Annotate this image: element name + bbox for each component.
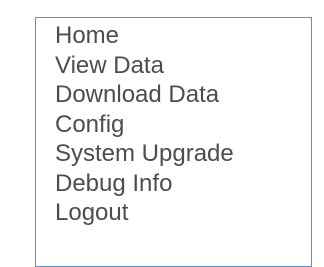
menu-item-view-data[interactable]: View Data bbox=[55, 51, 234, 81]
menu-item-config[interactable]: Config bbox=[55, 110, 234, 140]
menu-item-download-data[interactable]: Download Data bbox=[55, 80, 234, 110]
navigation-menu: Home View Data Download Data Config Syst… bbox=[35, 17, 312, 267]
menu-item-debug-info[interactable]: Debug Info bbox=[55, 169, 234, 199]
menu-item-home[interactable]: Home bbox=[55, 21, 234, 51]
menu-item-logout[interactable]: Logout bbox=[55, 198, 234, 228]
navigation-list: Home View Data Download Data Config Syst… bbox=[55, 21, 234, 228]
menu-item-system-upgrade[interactable]: System Upgrade bbox=[55, 139, 234, 169]
